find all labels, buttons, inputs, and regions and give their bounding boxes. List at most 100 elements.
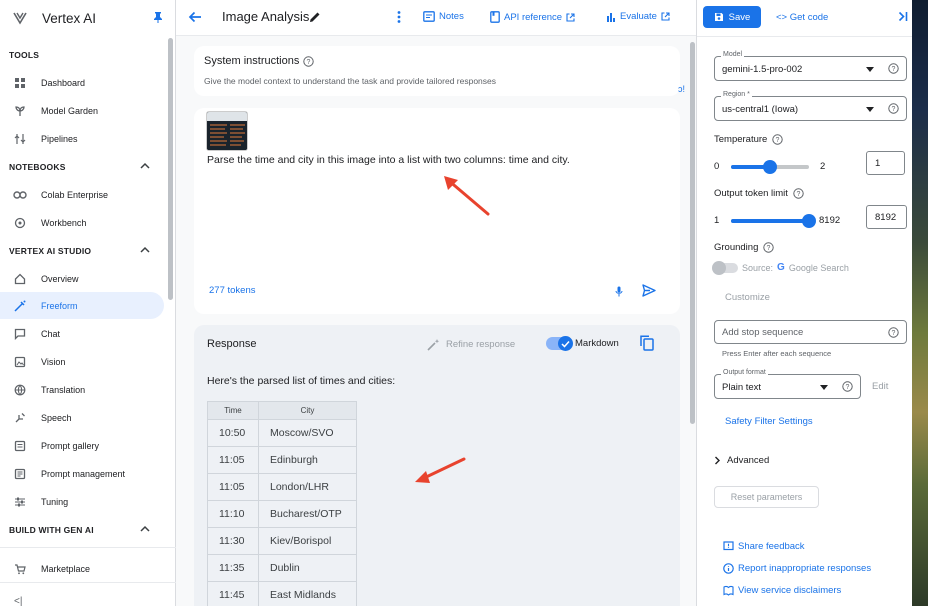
annotation-arrow-icon <box>415 457 466 483</box>
help-icon[interactable]: ? <box>888 63 899 74</box>
sidebar-scrollbar[interactable] <box>168 38 173 300</box>
more-options-icon[interactable] <box>396 10 402 24</box>
sidebar-item-pipelines[interactable]: Pipelines <box>0 125 164 152</box>
sidebar-item-tuning[interactable]: Tuning <box>0 488 164 515</box>
sidebar-item-speech[interactable]: Speech <box>0 404 164 431</box>
pin-icon[interactable] <box>152 11 164 24</box>
customize-button[interactable]: Customize <box>725 292 770 303</box>
help-icon[interactable]: ? <box>888 103 899 114</box>
page-title[interactable]: Image Analysis <box>222 9 309 24</box>
notes-link[interactable]: Notes <box>423 11 464 22</box>
save-button[interactable]: Save <box>703 6 761 28</box>
chevron-up-icon[interactable] <box>140 525 150 533</box>
report-inappropriate-link[interactable]: Report inappropriate responses <box>723 563 871 574</box>
help-icon[interactable]: ? <box>793 188 804 199</box>
help-icon[interactable]: ? <box>842 381 853 392</box>
view-disclaimers-link[interactable]: View service disclaimers <box>723 585 841 596</box>
google-g-icon: G <box>777 262 785 273</box>
sidebar-item-label: Translation <box>41 384 86 395</box>
token-limit-slider[interactable] <box>731 214 816 228</box>
collapse-panel-icon[interactable] <box>898 11 908 22</box>
region-select[interactable]: Region * us-central1 (Iowa) ? <box>714 91 907 121</box>
code-icon: <> <box>776 12 788 23</box>
sidebar-item-prompt-management[interactable]: Prompt management <box>0 460 164 487</box>
prompt-card[interactable]: Parse the time and city in this image in… <box>194 108 680 314</box>
edit-pencil-icon[interactable] <box>309 11 321 23</box>
time-cell: 11:05 <box>207 446 259 474</box>
attached-image-thumbnail[interactable] <box>206 111 248 151</box>
system-instructions-card[interactable]: System instructions ? Give the model con… <box>194 46 680 96</box>
sidebar-item-colab-enterprise[interactable]: Colab Enterprise <box>0 181 164 208</box>
sidebar-header: Vertex AI <box>0 0 175 36</box>
main-content: Image Analysis Notes API reference Evalu… <box>176 0 696 606</box>
grounding-source: Source: G Google Search <box>742 262 849 273</box>
copy-icon[interactable] <box>640 335 654 351</box>
api-reference-link[interactable]: API reference <box>490 11 575 23</box>
refine-response-button[interactable]: Refine response <box>427 338 515 351</box>
svg-text:?: ? <box>767 245 771 252</box>
model-select[interactable]: Model gemini-1.5-pro-002 ? <box>714 51 907 81</box>
reset-parameters-button[interactable]: Reset parameters <box>714 486 819 508</box>
chevron-up-icon[interactable] <box>140 246 150 254</box>
temperature-input[interactable]: 1 <box>866 151 905 175</box>
slider-fill <box>731 219 809 223</box>
speech-icon <box>13 411 27 425</box>
send-icon[interactable] <box>642 284 656 297</box>
chevron-up-icon[interactable] <box>140 162 150 170</box>
slider-thumb[interactable] <box>763 160 777 174</box>
help-icon[interactable]: ? <box>888 327 899 338</box>
sidebar-item-vision[interactable]: Vision <box>0 348 164 375</box>
help-icon[interactable]: ? <box>763 242 775 253</box>
sidebar-item-marketplace[interactable]: Marketplace <box>0 555 164 582</box>
sidebar-item-dashboard[interactable]: Dashboard <box>0 69 164 96</box>
markdown-toggle[interactable] <box>546 336 573 351</box>
svg-text:?: ? <box>892 66 896 73</box>
sidebar-item-translation[interactable]: Translation <box>0 376 164 403</box>
temperature-slider[interactable] <box>731 160 809 174</box>
sidebar-item-label: Marketplace <box>41 563 91 574</box>
token-limit-input[interactable]: 8192 <box>866 205 907 229</box>
get-code-button[interactable]: <> Get code <box>776 12 828 23</box>
collapse-sidebar-button[interactable]: <| <box>14 596 22 606</box>
sidebar-item-overview[interactable]: Overview <box>0 265 164 292</box>
output-format-select[interactable]: Output format Plain text ? <box>714 369 861 399</box>
time-cell: 10:50 <box>207 419 259 447</box>
notes-icon <box>423 11 435 22</box>
dropdown-caret-icon <box>820 385 828 390</box>
system-instructions-subtitle: Give the model context to understand the… <box>204 76 497 86</box>
content-scrollbar[interactable] <box>690 42 695 424</box>
sidebar-item-freeform[interactable]: Freeform <box>0 292 164 319</box>
model-label: Model <box>721 51 745 58</box>
share-feedback-link[interactable]: Share feedback <box>723 541 805 552</box>
grounding-toggle[interactable] <box>712 261 738 275</box>
help-icon[interactable]: ? <box>303 55 315 67</box>
stop-sequence-placeholder: Add stop sequence <box>722 327 804 338</box>
dashboard-icon <box>13 76 27 90</box>
microphone-icon[interactable] <box>615 286 623 297</box>
output-format-value: Plain text <box>722 382 762 393</box>
app-title: Vertex AI <box>42 10 97 26</box>
sidebar-item-chat[interactable]: Chat <box>0 320 164 347</box>
back-arrow-icon[interactable] <box>188 10 202 24</box>
source-label: Source: <box>742 262 774 273</box>
external-link-icon <box>661 12 670 21</box>
sidebar-item-label: Model Garden <box>41 105 99 116</box>
sidebar-item-label: Dashboard <box>41 77 86 88</box>
safety-filter-settings-link[interactable]: Safety Filter Settings <box>725 416 813 427</box>
output-token-limit-label: Output token limit <box>714 188 788 199</box>
prompt-text[interactable]: Parse the time and city in this image in… <box>207 154 570 166</box>
slider-thumb[interactable] <box>802 214 816 228</box>
stop-sequence-input[interactable]: Add stop sequence ? <box>714 320 907 344</box>
output-format-label: Output format <box>721 369 768 376</box>
evaluate-link[interactable]: Evaluate <box>606 11 670 22</box>
sidebar-item-model-garden[interactable]: Model Garden <box>0 97 164 124</box>
help-icon[interactable]: ? <box>772 134 784 145</box>
advanced-toggle[interactable]: Advanced <box>714 455 769 466</box>
external-link-icon <box>566 12 575 22</box>
edit-output-format-button[interactable]: Edit <box>872 381 888 392</box>
time-cell: 11:45 <box>207 581 259 606</box>
sidebar-item-workbench[interactable]: Workbench <box>0 209 164 236</box>
sidebar-item-prompt-gallery[interactable]: Prompt gallery <box>0 432 164 459</box>
grounding-label: Grounding <box>714 242 759 253</box>
report-inappropriate-label: Report inappropriate responses <box>738 563 872 574</box>
